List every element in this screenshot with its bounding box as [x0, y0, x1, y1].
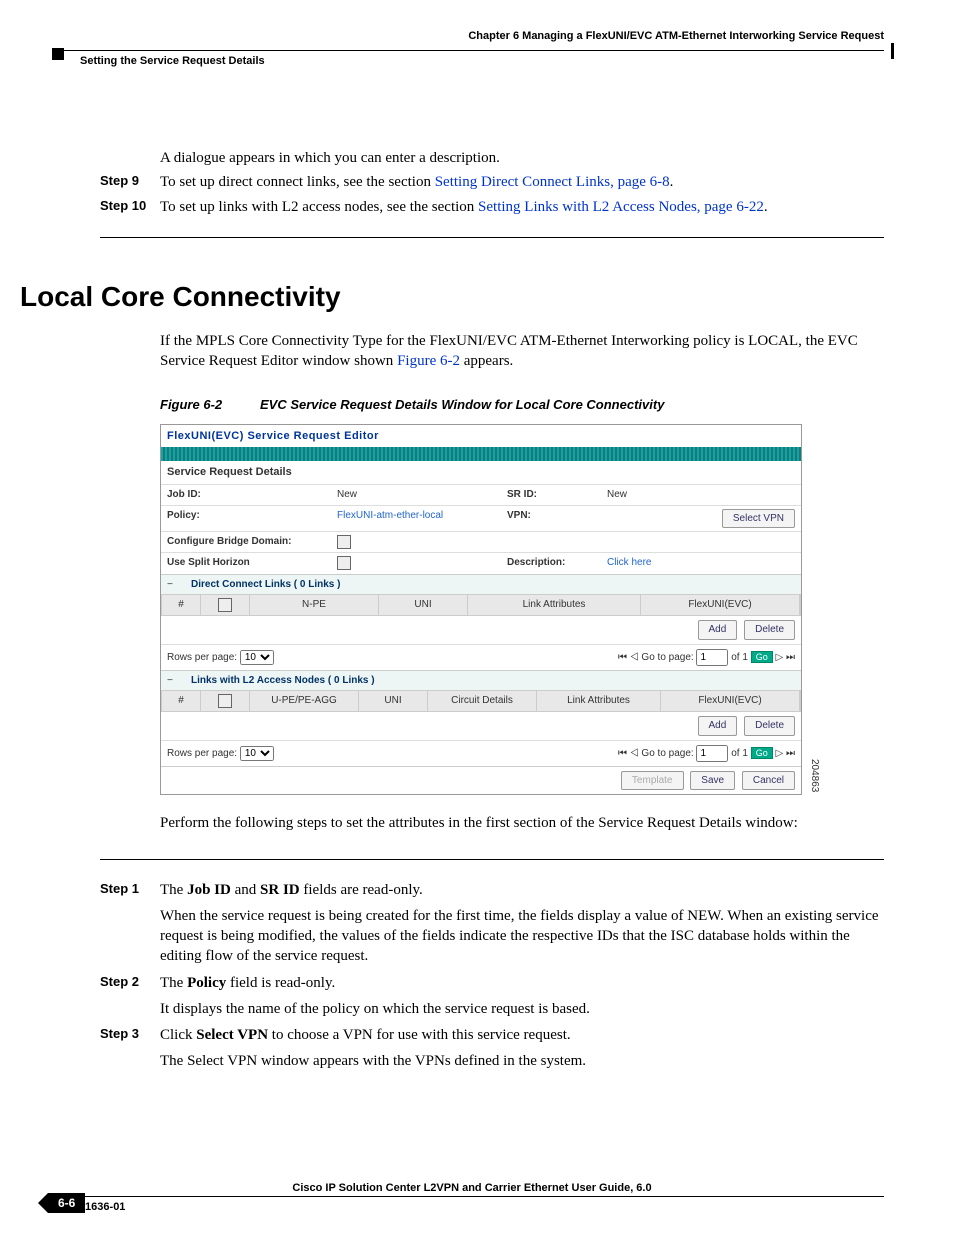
go-button[interactable]: Go: [751, 747, 773, 759]
last-page-icon[interactable]: ⏭: [786, 652, 795, 663]
body-text: The Select VPN window appears with the V…: [160, 1051, 884, 1071]
save-button[interactable]: Save: [690, 771, 735, 791]
figure-caption: Figure 6-2EVC Service Request Details Wi…: [160, 396, 884, 414]
split-horizon-checkbox[interactable]: [337, 556, 351, 570]
page-input[interactable]: [696, 745, 728, 762]
figure-id: 204863: [808, 759, 822, 792]
panel-header[interactable]: −Direct Connect Links ( 0 Links ): [161, 574, 801, 595]
xref-link[interactable]: Figure 6-2: [397, 353, 460, 369]
step-label: Step 1: [100, 880, 160, 900]
field-value: New: [331, 484, 501, 505]
page-footer: Cisco IP Solution Center L2VPN and Carri…: [60, 1182, 884, 1213]
select-all-checkbox[interactable]: [218, 598, 232, 612]
last-page-icon[interactable]: ⏭: [786, 748, 795, 759]
table-header: # U-PE/PE-AGG UNI Circuit Details Link A…: [161, 690, 801, 712]
step-label: Step 2: [100, 973, 160, 993]
xref-link[interactable]: Setting Links with L2 Access Nodes, page…: [478, 199, 764, 215]
xref-link[interactable]: Setting Direct Connect Links, page 6-8: [435, 174, 670, 190]
description-link[interactable]: Click here: [601, 552, 801, 573]
collapse-icon[interactable]: −: [167, 578, 173, 592]
body-text: When the service request is being create…: [160, 906, 884, 967]
figure-screenshot: FlexUNI(EVC) Service Request Editor Serv…: [160, 424, 802, 796]
body-text: It displays the name of the policy on wh…: [160, 999, 884, 1019]
field-label: Policy:: [161, 505, 331, 532]
panel-title: Service Request Details: [161, 461, 801, 484]
field-label: Configure Bridge Domain:: [161, 531, 331, 552]
first-page-icon[interactable]: ⏮: [618, 748, 627, 759]
body-text: The Job ID and SR ID fields are read-onl…: [160, 880, 884, 900]
prev-page-icon[interactable]: ◁: [630, 748, 639, 759]
collapse-icon[interactable]: −: [167, 674, 173, 688]
field-label: Use Split Horizon: [161, 552, 331, 573]
delete-button[interactable]: Delete: [744, 716, 795, 736]
field-label: VPN:: [501, 505, 601, 532]
cancel-button[interactable]: Cancel: [742, 771, 795, 791]
first-page-icon[interactable]: ⏮: [618, 652, 627, 663]
add-button[interactable]: Add: [698, 716, 738, 736]
page-input[interactable]: [696, 649, 728, 666]
body-text: Click Select VPN to choose a VPN for use…: [160, 1025, 884, 1045]
body-text: To set up links with L2 access nodes, se…: [160, 197, 884, 217]
section-title: Setting the Service Request Details: [80, 55, 265, 67]
step-label: Step 10: [100, 197, 160, 217]
field-value: FlexUNI-atm-ether-local: [331, 505, 501, 532]
bridge-domain-checkbox[interactable]: [337, 535, 351, 549]
panel-header[interactable]: −Links with L2 Access Nodes ( 0 Links ): [161, 670, 801, 691]
add-button[interactable]: Add: [698, 620, 738, 640]
field-label: Job ID:: [161, 484, 331, 505]
go-button[interactable]: Go: [751, 651, 773, 663]
page-header: Chapter 6 Managing a FlexUNI/EVC ATM-Eth…: [60, 30, 894, 78]
footer-title: Cisco IP Solution Center L2VPN and Carri…: [60, 1182, 884, 1197]
select-all-checkbox[interactable]: [218, 694, 232, 708]
page-number: 6-6: [48, 1193, 85, 1213]
next-page-icon[interactable]: ▷: [776, 652, 784, 663]
step-label: Step 9: [100, 172, 160, 192]
prev-page-icon[interactable]: ◁: [630, 652, 639, 663]
body-text: If the MPLS Core Connectivity Type for t…: [160, 331, 884, 372]
body-text: A dialogue appears in which you can ente…: [160, 148, 884, 168]
rows-per-page-select[interactable]: 10: [240, 746, 274, 761]
body-text: To set up direct connect links, see the …: [160, 172, 884, 192]
field-label: Description:: [501, 552, 601, 573]
body-text: Perform the following steps to set the a…: [160, 813, 884, 833]
heading-1: Local Core Connectivity: [20, 278, 884, 316]
step-label: Step 3: [100, 1025, 160, 1045]
select-vpn-button[interactable]: Select VPN: [722, 509, 795, 529]
table-header: # N-PE UNI Link Attributes FlexUNI(EVC): [161, 594, 801, 616]
chapter-title: Chapter 6 Managing a FlexUNI/EVC ATM-Eth…: [468, 30, 884, 42]
template-button[interactable]: Template: [621, 771, 684, 791]
next-page-icon[interactable]: ▷: [776, 748, 784, 759]
field-label: SR ID:: [501, 484, 601, 505]
body-text: The Policy field is read-only.: [160, 973, 884, 993]
field-value: New: [601, 484, 801, 505]
rows-per-page-select[interactable]: 10: [240, 650, 274, 665]
delete-button[interactable]: Delete: [744, 620, 795, 640]
editor-title: FlexUNI(EVC) Service Request Editor: [161, 425, 801, 448]
